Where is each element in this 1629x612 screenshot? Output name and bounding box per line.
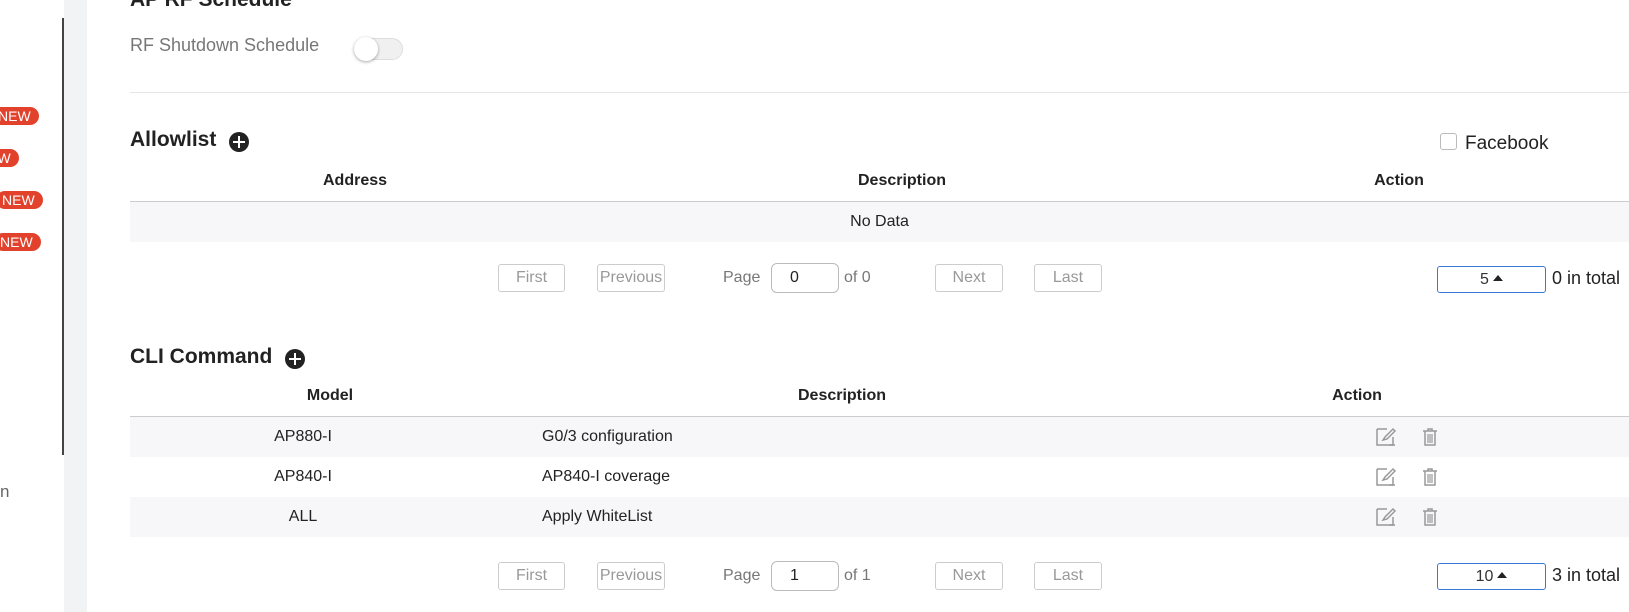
caret-up-icon [1497,572,1508,579]
next-page-button[interactable]: Next [935,264,1003,292]
no-data-text: No Data [850,213,909,230]
trash-icon[interactable] [1420,507,1440,527]
facebook-checkbox[interactable] [1440,133,1457,150]
page-size-value: 5 [1480,271,1489,288]
trash-icon[interactable] [1420,427,1440,447]
rf-shutdown-toggle[interactable] [354,37,403,61]
column-header-description: Description [797,387,886,404]
page-count: of 1 [844,567,871,584]
page-label: Page [723,567,761,584]
previous-page-button[interactable]: Previous [597,264,665,292]
last-page-button[interactable]: Last [1034,264,1102,292]
next-page-button[interactable]: Next [935,562,1003,590]
column-header-address: Address [322,172,388,189]
edit-icon[interactable] [1375,507,1397,527]
allowlist-header: Allowlist [130,128,249,152]
cli-heading: CLI Command [130,345,273,368]
table-row: AP880-I G0/3 configuration [130,417,1629,457]
column-header-description: Description [857,172,946,189]
model-cell: AP840-I [274,468,332,485]
column-header-action: Action [1374,172,1424,189]
first-page-button[interactable]: First [498,264,565,292]
sidebar: NEW NEW NEW NEW n [0,0,64,612]
caret-up-icon [1492,275,1503,282]
table-row: AP840-I AP840-I coverage [130,457,1629,497]
page-size-select[interactable]: 5 [1437,266,1546,293]
empty-row: No Data [130,202,1629,242]
new-badge: NEW [0,191,43,209]
description-cell: AP840-I coverage [542,468,671,485]
page-label: Page [723,269,761,286]
last-page-button[interactable]: Last [1034,562,1102,590]
model-cell: AP880-I [274,428,332,445]
description-cell: Apply WhiteList [542,508,653,525]
trash-icon[interactable] [1420,467,1440,487]
total-count: 3 in total [1552,565,1621,585]
column-header-action: Action [1332,387,1382,404]
new-badge: NEW [0,149,19,167]
page-number-input[interactable]: 1 [771,561,839,591]
sidebar-item-label[interactable]: n [0,482,9,502]
main-content: AP RF Schedule RF Shutdown Schedule Allo… [87,0,1629,612]
new-badge: NEW [0,233,41,251]
previous-page-button[interactable]: Previous [597,562,665,590]
plus-circle-icon[interactable] [228,131,249,152]
cli-header: CLI Command [130,345,305,369]
total-count: 0 in total [1552,268,1621,288]
page-size-select[interactable]: 10 [1437,563,1546,590]
model-cell: ALL [288,508,318,525]
edit-icon[interactable] [1375,427,1397,447]
allowlist-heading: Allowlist [130,128,217,151]
toggle-knob [354,37,378,61]
column-header-model: Model [306,387,354,404]
table-row: ALL Apply WhiteList [130,497,1629,537]
description-cell: G0/3 configuration [542,428,673,445]
section-divider [130,92,1629,93]
plus-circle-icon[interactable] [284,348,305,369]
page-gutter [64,0,87,612]
rf-schedule-heading: AP RF Schedule [130,0,292,12]
new-badge: NEW [0,107,39,125]
first-page-button[interactable]: First [498,562,565,590]
page-number-input[interactable]: 0 [771,263,839,293]
facebook-label: Facebook [1465,133,1549,154]
edit-icon[interactable] [1375,467,1397,487]
rf-shutdown-label: RF Shutdown Schedule [130,35,320,55]
page-count: of 0 [844,269,871,286]
page-size-value: 10 [1475,568,1494,585]
